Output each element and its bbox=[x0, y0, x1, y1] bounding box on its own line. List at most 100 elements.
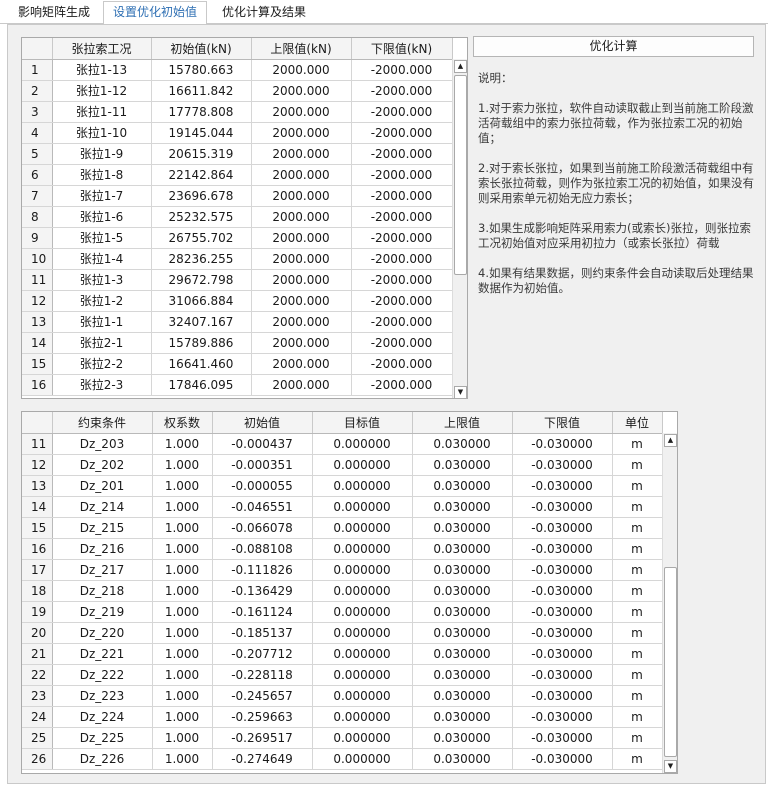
table-cell[interactable]: 张拉1-6 bbox=[52, 206, 152, 228]
table-cell[interactable]: 26755.702 bbox=[151, 227, 252, 249]
table-cell[interactable]: -0.030000 bbox=[512, 685, 613, 707]
table-cell[interactable]: -0.088108 bbox=[212, 538, 313, 560]
table-cell[interactable]: Dz_224 bbox=[52, 706, 153, 728]
table-cell[interactable]: m bbox=[612, 643, 663, 665]
table-cell[interactable]: 1.000 bbox=[152, 664, 213, 686]
table-cell[interactable]: Dz_218 bbox=[52, 580, 153, 602]
row-number[interactable]: 18 bbox=[22, 580, 53, 602]
table-row[interactable]: 2 张拉1-12 16611.842 2000.000 -2000.000 bbox=[22, 80, 453, 102]
table-cell[interactable]: -2000.000 bbox=[351, 353, 453, 375]
table-cell[interactable]: 0.000000 bbox=[312, 706, 413, 728]
table-cell[interactable]: -2000.000 bbox=[351, 185, 453, 207]
row-number[interactable]: 16 bbox=[22, 374, 53, 396]
table-cell[interactable]: 1.000 bbox=[152, 454, 213, 476]
table-cell[interactable]: -0.269517 bbox=[212, 727, 313, 749]
table-cell[interactable]: -0.161124 bbox=[212, 601, 313, 623]
table-cell[interactable]: 张拉1-10 bbox=[52, 122, 152, 144]
table-cell[interactable]: 2000.000 bbox=[251, 374, 352, 396]
table-cell[interactable]: -0.030000 bbox=[512, 517, 613, 539]
row-number[interactable]: 9 bbox=[22, 227, 53, 249]
scroll-up-button[interactable]: ▲ bbox=[454, 60, 467, 73]
table-cell[interactable]: 张拉1-5 bbox=[52, 227, 152, 249]
table-cell[interactable]: 张拉1-4 bbox=[52, 248, 152, 270]
table-row[interactable]: 20 Dz_220 1.000 -0.185137 0.000000 0.030000 -0… bbox=[22, 622, 663, 644]
table-cell[interactable]: Dz_225 bbox=[52, 727, 153, 749]
table-cell[interactable]: -2000.000 bbox=[351, 332, 453, 354]
table-cell[interactable]: m bbox=[612, 706, 663, 728]
table-cell[interactable]: 31066.884 bbox=[151, 290, 252, 312]
table-row[interactable]: 24 Dz_224 1.000 -0.259663 0.000000 0.030000 -0… bbox=[22, 706, 663, 728]
table-cell[interactable]: 张拉1-13 bbox=[52, 59, 152, 81]
table-cell[interactable]: -0.000437 bbox=[212, 433, 313, 455]
table-cell[interactable]: 张拉1-9 bbox=[52, 143, 152, 165]
table-cell[interactable]: 0.030000 bbox=[412, 559, 513, 581]
table-cell[interactable]: 2000.000 bbox=[251, 185, 352, 207]
optimize-calculate-button[interactable]: 优化计算 bbox=[473, 36, 754, 57]
table-cell[interactable]: -2000.000 bbox=[351, 80, 453, 102]
table-row[interactable]: 6 张拉1-8 22142.864 2000.000 -2000.000 bbox=[22, 164, 453, 186]
tab-initial-values[interactable]: 设置优化初始值 bbox=[103, 1, 208, 25]
table-cell[interactable]: 0.030000 bbox=[412, 454, 513, 476]
table-cell[interactable]: 0.000000 bbox=[312, 559, 413, 581]
table-cell[interactable]: 张拉1-8 bbox=[52, 164, 152, 186]
table-cell[interactable]: 0.000000 bbox=[312, 580, 413, 602]
table-cell[interactable]: 2000.000 bbox=[251, 332, 352, 354]
table-cell[interactable]: m bbox=[612, 727, 663, 749]
table-cell[interactable]: -0.030000 bbox=[512, 727, 613, 749]
table-cell[interactable]: Dz_203 bbox=[52, 433, 153, 455]
table-cell[interactable]: 15780.663 bbox=[151, 59, 252, 81]
table-cell[interactable]: m bbox=[612, 559, 663, 581]
row-number[interactable]: 4 bbox=[22, 122, 53, 144]
column-header[interactable]: 初始值 bbox=[212, 412, 313, 434]
table-cell[interactable]: 张拉1-3 bbox=[52, 269, 152, 291]
table-cell[interactable]: 19145.044 bbox=[151, 122, 252, 144]
table-cell[interactable]: -0.228118 bbox=[212, 664, 313, 686]
table-row[interactable]: 5 张拉1-9 20615.319 2000.000 -2000.000 bbox=[22, 143, 453, 165]
scroll-thumb[interactable] bbox=[454, 75, 467, 275]
table-cell[interactable]: 0.000000 bbox=[312, 643, 413, 665]
column-header[interactable]: 上限值(kN) bbox=[251, 38, 352, 60]
table-cell[interactable]: 0.030000 bbox=[412, 538, 513, 560]
row-number[interactable]: 15 bbox=[22, 517, 53, 539]
row-number[interactable]: 2 bbox=[22, 80, 53, 102]
table-cell[interactable]: 2000.000 bbox=[251, 269, 352, 291]
table-cell[interactable]: 0.030000 bbox=[412, 664, 513, 686]
table-cell[interactable]: m bbox=[612, 496, 663, 518]
column-header[interactable]: 单位 bbox=[612, 412, 663, 434]
column-header[interactable]: 约束条件 bbox=[52, 412, 153, 434]
table-row[interactable]: 18 Dz_218 1.000 -0.136429 0.000000 0.030000 -0… bbox=[22, 580, 663, 602]
row-number[interactable]: 5 bbox=[22, 143, 53, 165]
table-cell[interactable]: -0.111826 bbox=[212, 559, 313, 581]
table-row[interactable]: 26 Dz_226 1.000 -0.274649 0.000000 0.030000 -0… bbox=[22, 748, 663, 770]
table-cell[interactable]: 1.000 bbox=[152, 475, 213, 497]
table-cell[interactable]: 0.000000 bbox=[312, 601, 413, 623]
table-cell[interactable]: 1.000 bbox=[152, 433, 213, 455]
table-cell[interactable]: 17846.095 bbox=[151, 374, 252, 396]
table-cell[interactable]: 1.000 bbox=[152, 559, 213, 581]
table-row[interactable]: 14 张拉2-1 15789.886 2000.000 -2000.000 bbox=[22, 332, 453, 354]
table-cell[interactable]: Dz_216 bbox=[52, 538, 153, 560]
row-number[interactable]: 26 bbox=[22, 748, 53, 770]
table-cell[interactable]: 0.030000 bbox=[412, 685, 513, 707]
table-cell[interactable]: -2000.000 bbox=[351, 59, 453, 81]
table-cell[interactable]: 2000.000 bbox=[251, 101, 352, 123]
table-cell[interactable]: 1.000 bbox=[152, 496, 213, 518]
row-number[interactable]: 19 bbox=[22, 601, 53, 623]
table-cell[interactable]: -2000.000 bbox=[351, 374, 453, 396]
table-cell[interactable]: 张拉1-12 bbox=[52, 80, 152, 102]
table-cell[interactable]: 16641.460 bbox=[151, 353, 252, 375]
table-cell[interactable]: 张拉2-2 bbox=[52, 353, 152, 375]
table-cell[interactable]: 张拉1-7 bbox=[52, 185, 152, 207]
table-row[interactable]: 11 Dz_203 1.000 -0.000437 0.000000 0.030000 -0… bbox=[22, 433, 663, 455]
table-cell[interactable]: 0.000000 bbox=[312, 517, 413, 539]
row-number[interactable]: 11 bbox=[22, 433, 53, 455]
table-cell[interactable]: -2000.000 bbox=[351, 248, 453, 270]
table-cell[interactable]: -2000.000 bbox=[351, 227, 453, 249]
row-number[interactable]: 14 bbox=[22, 332, 53, 354]
table-cell[interactable]: -0.000351 bbox=[212, 454, 313, 476]
table-cell[interactable]: m bbox=[612, 685, 663, 707]
table-cell[interactable]: 0.030000 bbox=[412, 496, 513, 518]
table-cell[interactable]: 2000.000 bbox=[251, 122, 352, 144]
table-cell[interactable]: 2000.000 bbox=[251, 311, 352, 333]
table-cell[interactable]: 0.030000 bbox=[412, 433, 513, 455]
